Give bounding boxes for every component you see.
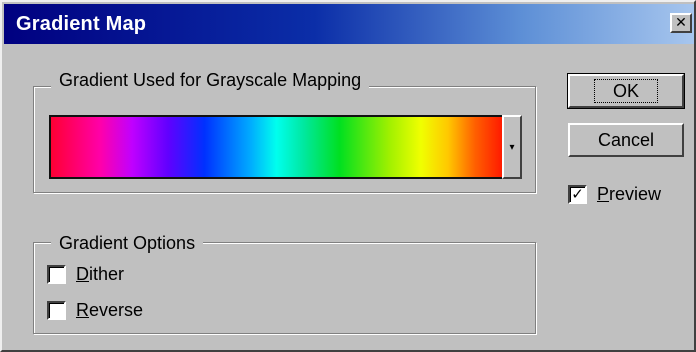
preview-checkbox[interactable]: ✓ [568, 184, 587, 204]
title-bar[interactable]: Gradient Map ✕ [4, 4, 694, 44]
reverse-checkbox[interactable] [47, 300, 66, 320]
gradient-map-dialog: Gradient Map ✕ Gradient Used for Graysca… [0, 0, 696, 352]
cancel-button[interactable]: Cancel [568, 123, 684, 157]
dither-checkbox[interactable] [47, 264, 66, 284]
preview-label: Preview [597, 183, 662, 204]
checkmark-icon: ✓ [571, 185, 584, 203]
ok-button-label: OK [593, 79, 658, 103]
dither-option[interactable]: Dither [47, 262, 124, 286]
chevron-down-icon: ▾ [509, 141, 515, 153]
gradient-group-legend: Gradient Used for Grayscale Mapping [51, 69, 370, 91]
close-icon: ✕ [675, 15, 687, 31]
dither-label: Dither [76, 263, 125, 284]
window-title: Gradient Map [16, 13, 147, 35]
gradient-options-legend: Gradient Options [51, 232, 204, 254]
gradient-dropdown-button[interactable]: ▾ [502, 115, 522, 179]
preview-option[interactable]: ✓ Preview [568, 182, 661, 206]
reverse-option[interactable]: Reverse [47, 298, 143, 322]
cancel-button-label: Cancel [597, 129, 655, 150]
gradient-preview-swatch[interactable] [49, 115, 504, 179]
close-button[interactable]: ✕ [670, 13, 692, 33]
ok-button[interactable]: OK [567, 73, 685, 109]
reverse-label: Reverse [76, 299, 144, 320]
